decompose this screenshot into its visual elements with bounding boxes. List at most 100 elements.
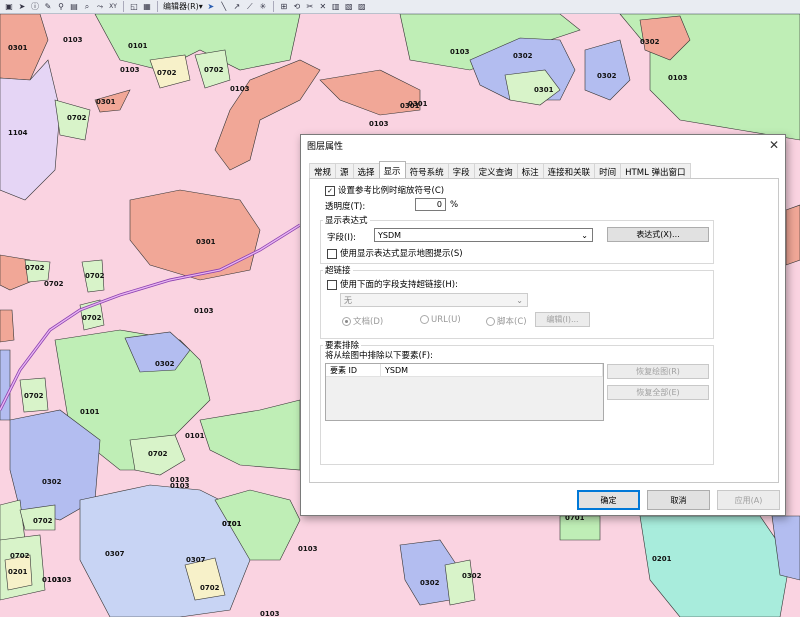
sketch-properties-icon[interactable]: ▧ (344, 2, 354, 12)
midpoint-icon[interactable]: ⟋ (245, 2, 255, 12)
map-polygon-label: 0301 (96, 98, 116, 106)
map-polygon-label: 0302 (640, 38, 660, 46)
map-polygon-label: 0302 (462, 572, 482, 580)
edit-tool-icon[interactable]: ➤ (206, 2, 216, 12)
tab-fields[interactable]: 字段 (447, 163, 475, 179)
reshape-icon[interactable]: ✂ (305, 2, 315, 12)
map-polygon-label: 0702 (200, 584, 220, 592)
map-polygon-label: 0103 (230, 85, 250, 93)
map-tips-label: 使用显示表达式显示地图提示(S) (340, 249, 463, 259)
tab-symbology[interactable]: 符号系统 (404, 163, 449, 179)
rotate-icon[interactable]: ⟲ (292, 2, 302, 12)
map-polygon-label: 0201 (8, 568, 28, 576)
pencil-icon[interactable]: ✎ (43, 2, 53, 12)
sketch-icon[interactable]: ↗ (232, 2, 242, 12)
map-polygon-label: 0103 (298, 545, 318, 553)
tab-general[interactable]: 常规 (309, 163, 337, 179)
hyperlink-field-value: 无 (344, 295, 352, 305)
hyperlink-field-dropdown[interactable]: 无 ⌄ (340, 293, 528, 307)
toolbar-separator (272, 1, 274, 12)
tab-selection[interactable]: 选择 (352, 163, 380, 179)
point-icon[interactable]: ✳ (258, 2, 268, 12)
attributes-icon[interactable]: ▥ (331, 2, 341, 12)
toolbar-separator (123, 1, 124, 12)
map-polygon-label: 0302 (42, 478, 62, 486)
map-polygon-label: 0307 (186, 556, 206, 564)
transparency-unit: % (450, 200, 459, 210)
tab-display[interactable]: 显示 (378, 161, 406, 179)
restore-all-button[interactable]: 恢复全部(E) (607, 385, 709, 400)
find-icon[interactable]: ⌕ (82, 2, 92, 12)
tab-time[interactable]: 时间 (594, 163, 622, 179)
map-polygon-label: 0302 (597, 72, 617, 80)
tab-html-popup[interactable]: HTML 弹出窗口 (620, 163, 691, 179)
map-polygon-label: 0702 (10, 552, 30, 560)
create-features-icon[interactable]: ▨ (357, 2, 367, 12)
html-popup-icon[interactable]: ▤ (69, 2, 79, 12)
ok-button[interactable]: 确定 (577, 490, 640, 510)
map-polygon-label: 0103 (120, 66, 140, 74)
map-polygon-label: 0103 (668, 74, 688, 82)
tab-definition-query[interactable]: 定义查询 (473, 163, 518, 179)
map-polygon-label: 0302 (420, 579, 440, 587)
map-polygon (785, 204, 800, 266)
map-polygon-label: 0702 (44, 280, 64, 288)
dialog-titlebar[interactable]: 图层属性 ✕ (301, 135, 785, 155)
close-icon[interactable]: ✕ (769, 138, 779, 152)
map-polygon (0, 309, 15, 343)
split-icon[interactable]: ⊞ (279, 2, 289, 12)
expression-button[interactable]: 表达式(X)... (607, 227, 709, 242)
tab-source[interactable]: 源 (335, 163, 354, 179)
map-polygon-label: 0103 (194, 307, 214, 315)
select-arrow-icon[interactable]: ➤ (17, 2, 27, 12)
radio-script-label: 脚本(C) (497, 317, 527, 327)
route-icon[interactable]: ⤳ (95, 2, 105, 12)
editor-menu[interactable]: 编辑器(R)▾ (163, 1, 203, 12)
identify-icon[interactable]: ▣ (4, 2, 14, 12)
cut-icon[interactable]: ✕ (318, 2, 328, 12)
straight-segment-icon[interactable]: ╲ (219, 2, 229, 12)
map-tips-checkbox[interactable] (327, 248, 337, 259)
map-polygon-label: 0103 (63, 36, 83, 44)
radio-url[interactable] (420, 315, 429, 324)
go-to-xy-icon[interactable]: XY (108, 2, 118, 12)
radio-url-label: URL(U) (431, 315, 461, 325)
tab-labels[interactable]: 标注 (516, 163, 544, 179)
column-header-feature-id[interactable]: 要素 ID (326, 364, 381, 377)
column-header-ysdm[interactable]: YSDM (381, 364, 603, 377)
scale-symbols-checkbox[interactable]: ✓ (325, 185, 335, 196)
field-label: 字段(I): (327, 233, 357, 243)
radio-script-row[interactable]: 脚本(C) (486, 315, 527, 327)
radio-script[interactable] (486, 317, 495, 326)
field-dropdown[interactable]: YSDM ⌄ (374, 228, 593, 242)
radio-url-row[interactable]: URL(U) (420, 315, 461, 325)
map-tips-row[interactable]: 使用显示表达式显示地图提示(S) (327, 247, 463, 259)
map-polygon-label: 0103 (52, 576, 72, 584)
scale-symbols-row[interactable]: ✓ 设置参考比例时缩放符号(C) (325, 184, 444, 196)
map-polygon-label: 0101 (128, 42, 148, 50)
cancel-button[interactable]: 取消 (647, 490, 710, 510)
hyperlink-support-checkbox[interactable] (327, 279, 337, 290)
excluded-features-table[interactable]: 要素 ID YSDM (325, 363, 604, 421)
transparency-input[interactable]: 0 (415, 198, 446, 211)
hyperlink-support-row[interactable]: 使用下面的字段支持超链接(H): (327, 278, 458, 290)
display-expression-title: 显示表达式 (323, 214, 370, 226)
radio-document[interactable] (342, 317, 351, 326)
chevron-down-icon: ⌄ (581, 230, 588, 240)
restore-drawing-button[interactable]: 恢复绘图(R) (607, 364, 709, 379)
map-polygon-label: 0702 (25, 264, 45, 272)
hyperlink-icon[interactable]: ⚲ (56, 2, 66, 12)
radio-document-row[interactable]: 文档(D) (342, 315, 383, 327)
hyperlink-edit-button[interactable]: 编辑(I)... (535, 312, 590, 327)
apply-button[interactable]: 应用(A) (717, 490, 780, 510)
hyperlinks-title: 超链接 (323, 264, 353, 276)
measure-icon[interactable]: ◱ (129, 2, 139, 12)
map-polygon-label: 0301 (400, 102, 420, 110)
map-polygon-label: 0302 (513, 52, 533, 60)
info-icon[interactable]: ⓘ (30, 2, 40, 12)
tab-joins-relates[interactable]: 连接和关联 (542, 163, 596, 179)
chevron-down-icon: ⌄ (516, 295, 523, 305)
map-polygon-label: 0201 (652, 555, 672, 563)
map-polygon-label: 1104 (8, 129, 28, 137)
layout-icon[interactable]: ▦ (142, 2, 152, 12)
